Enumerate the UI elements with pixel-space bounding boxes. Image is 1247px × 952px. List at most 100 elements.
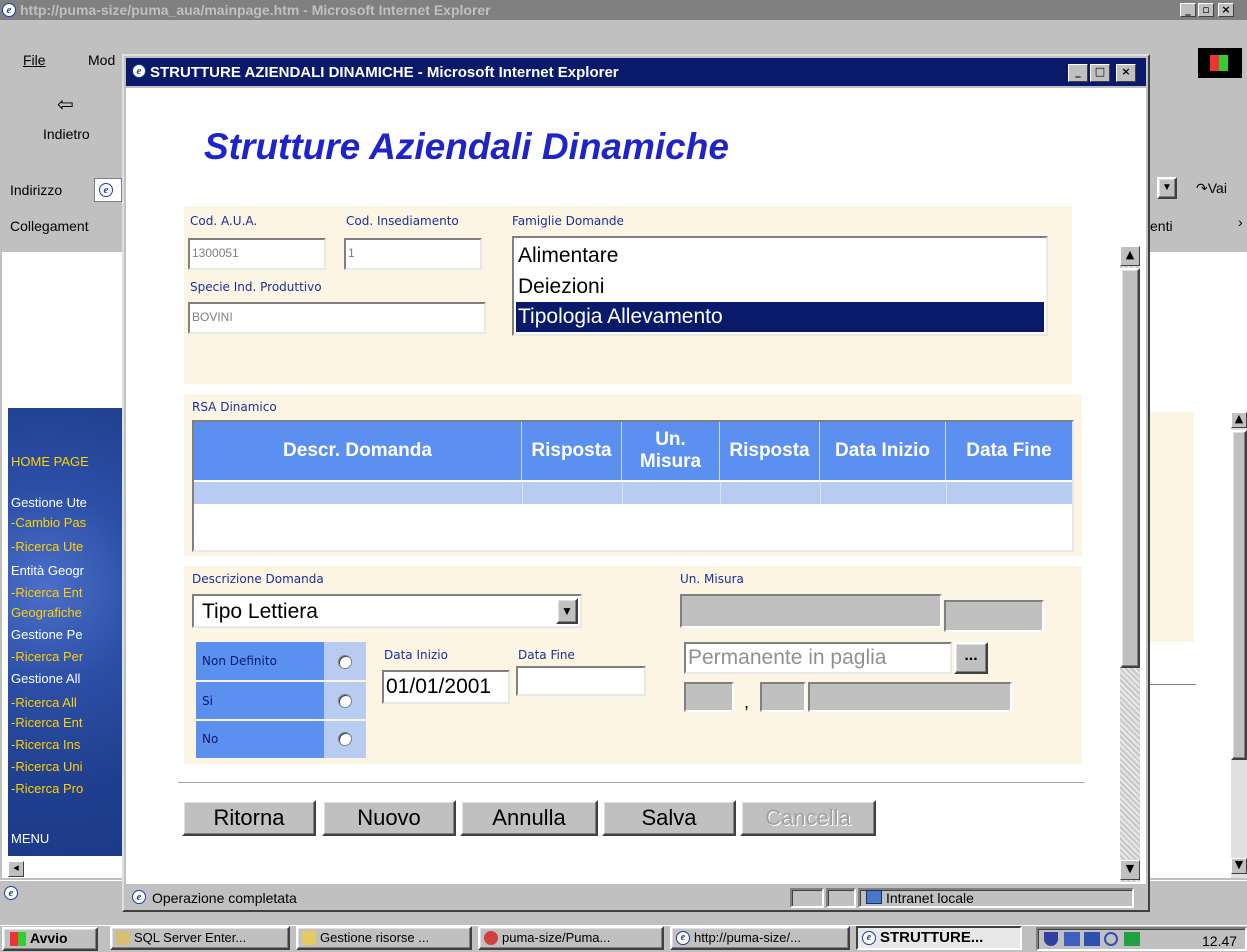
- popup-title-text: STRUTTURE AZIENDALI DINAMICHE - Microsof…: [150, 64, 619, 81]
- popup-scroll-down-button[interactable]: ▼: [1120, 860, 1140, 880]
- sidebar-link[interactable]: Geografiche: [11, 605, 82, 620]
- popup-status-text: Operazione completata: [152, 890, 297, 906]
- radio-si[interactable]: [338, 694, 352, 708]
- popup-maximize-button[interactable]: □: [1090, 64, 1110, 82]
- un-misura-field[interactable]: [680, 594, 942, 628]
- intranet-zone-icon: [866, 890, 882, 904]
- parent-scrollbar[interactable]: ▲ ▼: [1231, 412, 1247, 878]
- descrizione-domanda-label: Descrizione Domanda: [192, 572, 324, 586]
- popup-title-bar[interactable]: e STRUTTURE AZIENDALI DINAMICHE - Micros…: [126, 58, 1146, 86]
- parent-scroll-down-button[interactable]: ▼: [1231, 858, 1247, 874]
- parent-restore-button[interactable]: ▫: [1198, 3, 1214, 17]
- annulla-button[interactable]: Annulla: [460, 800, 598, 836]
- explorer-icon: [302, 931, 316, 945]
- links-label[interactable]: Collegament: [10, 218, 89, 234]
- rsa-panel: RSA Dinamico Descr. Domanda Risposta Un.…: [184, 394, 1082, 556]
- sidebar-link[interactable]: -Cambio Pas: [11, 515, 86, 530]
- sidebar-link[interactable]: -Ricerca Ute: [11, 539, 83, 554]
- cod-insediamento-label: Cod. Insediamento: [346, 214, 459, 228]
- popup-scroll-thumb[interactable]: [1120, 268, 1140, 668]
- numeric-dec-field[interactable]: [760, 682, 806, 712]
- salva-button[interactable]: Salva: [602, 800, 736, 836]
- specie-field[interactable]: BOVINI: [188, 302, 486, 334]
- parent-hscroll-left-button[interactable]: ◂: [8, 861, 24, 877]
- descrizione-domanda-select[interactable]: Tipo Lettiera ▼: [192, 594, 582, 628]
- menu-modifica[interactable]: Mod: [88, 52, 115, 68]
- popup-status-ie-icon: e: [132, 890, 146, 904]
- task-sql-server[interactable]: SQL Server Enter...: [110, 926, 290, 950]
- task-gestione-risorse[interactable]: Gestione risorse ...: [296, 926, 472, 950]
- monitor-icon[interactable]: [1084, 932, 1100, 946]
- links-right-text: enti: [1150, 218, 1173, 234]
- popup-scrollbar[interactable]: ▲ ▼: [1120, 246, 1140, 882]
- sidebar-link[interactable]: -Ricerca Uni: [11, 759, 83, 774]
- radio-no[interactable]: [338, 732, 352, 746]
- radio-label-non-definito: Non Definito: [202, 654, 277, 668]
- famiglie-label: Famiglie Domande: [512, 214, 624, 228]
- popup-close-button[interactable]: ×: [1116, 64, 1136, 82]
- parent-scroll-thumb[interactable]: [1231, 430, 1247, 760]
- col-header-risposta: Risposta: [522, 422, 622, 480]
- risposta-radio-group: Non Definito Si No: [196, 642, 366, 758]
- task-http-puma[interactable]: e http://puma-size/...: [670, 926, 850, 950]
- famiglie-option-tipologia-allevamento[interactable]: Tipologia Allevamento: [516, 302, 1044, 332]
- numeric-unit-field[interactable]: [808, 682, 1012, 712]
- sidebar-home-link[interactable]: HOME PAGE: [11, 454, 89, 469]
- sidebar-link[interactable]: -Ricerca Ins: [11, 737, 80, 752]
- rsa-table-header: Descr. Domanda Risposta Un. Misura Rispo…: [194, 422, 1072, 480]
- cancella-button[interactable]: Cancella: [740, 800, 876, 836]
- rsa-table: Descr. Domanda Risposta Un. Misura Rispo…: [192, 420, 1074, 552]
- famiglie-listbox[interactable]: Alimentare Deiezioni Tipologia Allevamen…: [512, 236, 1048, 336]
- go-button[interactable]: ↷Vai: [1196, 180, 1227, 197]
- app-tray-icon[interactable]: [1124, 932, 1140, 946]
- sidebar-link[interactable]: -Ricerca Ent: [11, 585, 83, 600]
- ritorna-button[interactable]: Ritorna: [182, 800, 316, 836]
- popup-status-bar: e Operazione completata Intranet locale: [126, 886, 1146, 910]
- cod-aua-field[interactable]: 1300051: [188, 238, 326, 270]
- address-dropdown-button[interactable]: ▼: [1157, 177, 1177, 199]
- back-label: Indietro: [43, 126, 90, 142]
- radio-label-si: Si: [202, 694, 213, 708]
- shield-icon[interactable]: [1044, 932, 1058, 946]
- sidebar-link[interactable]: -Ricerca Pro: [11, 781, 83, 796]
- popup-scroll-up-button[interactable]: ▲: [1120, 246, 1140, 266]
- sidebar-section-label: Gestione Ute: [11, 495, 87, 510]
- detail-panel: Descrizione Domanda Tipo Lettiera ▼ Un. …: [184, 566, 1082, 764]
- links-chevron-icon[interactable]: ›: [1238, 214, 1243, 230]
- decimal-comma: ,: [744, 692, 750, 712]
- search-icon[interactable]: [1104, 932, 1118, 946]
- risposta-browse-button[interactable]: ...: [954, 642, 988, 674]
- risposta-text-field[interactable]: Permanente in paglia: [684, 642, 952, 674]
- data-fine-field[interactable]: [516, 666, 646, 696]
- parent-title-bar[interactable]: e http://puma-size/puma_aua/mainpage.htm…: [0, 0, 1247, 20]
- menu-file[interactable]: File: [23, 52, 46, 68]
- clock: 12.47: [1202, 933, 1238, 949]
- back-button[interactable]: ⇦ Indietro: [8, 82, 118, 160]
- sql-server-icon: [116, 931, 130, 945]
- cod-insediamento-field[interactable]: 1: [344, 238, 482, 270]
- popup-minimize-button[interactable]: _: [1068, 64, 1088, 82]
- start-button[interactable]: Avvio: [2, 927, 98, 951]
- un-misura-code-field[interactable]: [944, 600, 1044, 632]
- numeric-int-field[interactable]: [684, 682, 734, 712]
- parent-scroll-up-button[interactable]: ▲: [1231, 412, 1247, 428]
- famiglie-option-alimentare[interactable]: Alimentare: [516, 241, 1044, 271]
- task-puma-size[interactable]: puma-size/Puma...: [478, 926, 664, 950]
- sidebar-link[interactable]: -Ricerca Per: [11, 649, 83, 664]
- network-icon[interactable]: [1064, 932, 1080, 946]
- task-strutture[interactable]: e STRUTTURE...: [856, 926, 1022, 950]
- sidebar-menu-label: MENU: [11, 831, 50, 846]
- sidebar: HOME PAGE Gestione Ute -Cambio Pas -Ricerc…: [8, 408, 130, 856]
- sidebar-link[interactable]: -Ricerca Ent: [11, 715, 83, 730]
- parent-close-button[interactable]: ×: [1218, 3, 1234, 17]
- col-header-risposta-2: Risposta: [720, 422, 820, 480]
- sidebar-link[interactable]: -Ricerca All: [11, 695, 77, 710]
- data-inizio-field[interactable]: 01/01/2001: [382, 670, 510, 704]
- table-row[interactable]: [194, 482, 1072, 504]
- sidebar-section-label: Gestione Pe: [11, 627, 83, 642]
- radio-non-definito[interactable]: [338, 655, 352, 669]
- nuovo-button[interactable]: Nuovo: [322, 800, 456, 836]
- famiglie-option-deiezioni[interactable]: Deiezioni: [516, 272, 1044, 302]
- descrizione-dropdown-button[interactable]: ▼: [556, 598, 578, 624]
- parent-minimize-button[interactable]: _: [1180, 3, 1196, 17]
